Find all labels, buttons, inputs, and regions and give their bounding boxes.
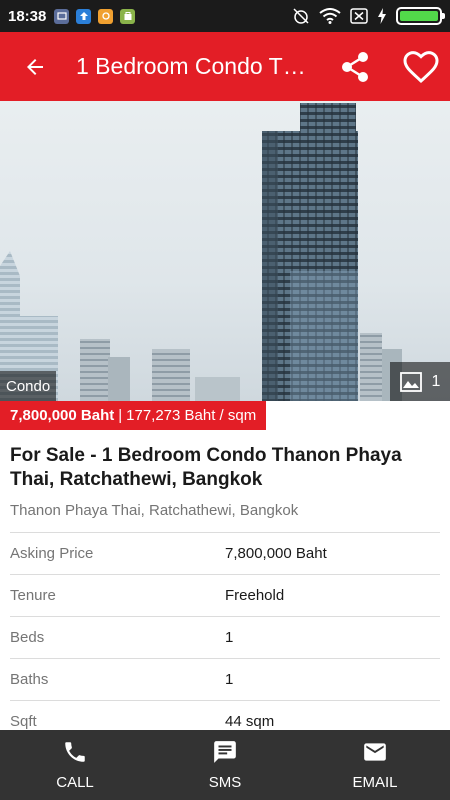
page-title: 1 Bedroom Condo Thanon Phaya Thai xyxy=(76,53,306,79)
share-icon xyxy=(342,51,368,82)
price-main: 7,800,000 Baht xyxy=(10,407,115,424)
favorite-button[interactable] xyxy=(395,32,447,101)
no-sim-icon xyxy=(350,8,368,24)
email-icon xyxy=(364,743,386,761)
app-bar: 1 Bedroom Condo Thanon Phaya Thai xyxy=(0,32,450,101)
detail-row-tenure: Tenure Freehold xyxy=(10,574,440,616)
message-icon xyxy=(214,741,236,763)
price-strip: 7,800,000 Baht | 177,273 Baht / sqm xyxy=(0,401,267,430)
property-photo[interactable] xyxy=(0,101,450,401)
battery-level xyxy=(400,11,438,21)
property-type-badge: Condo xyxy=(0,371,57,401)
status-time: 18:38 xyxy=(8,7,47,25)
detail-label: Asking Price xyxy=(10,545,94,562)
email-label: EMAIL xyxy=(352,774,398,791)
contact-action-bar: CALL SMS EMAIL xyxy=(0,730,450,800)
photo-count-button[interactable]: 1 xyxy=(390,362,450,401)
store-notification-icon xyxy=(120,8,136,24)
details-table: Asking Price 7,800,000 Baht Tenure Freeh… xyxy=(10,532,440,742)
alarm-off-icon xyxy=(292,7,310,25)
detail-label: Beds xyxy=(10,629,45,646)
detail-value: 1 xyxy=(225,629,234,646)
status-bar: 18:38 xyxy=(0,0,450,32)
detail-value: 1 xyxy=(225,671,234,688)
email-button[interactable]: EMAIL xyxy=(300,730,450,800)
photo-count: 1 xyxy=(431,372,441,390)
detail-label: Baths xyxy=(10,671,49,688)
price-per-area: 177,273 Baht / sqm xyxy=(126,407,257,424)
back-button[interactable] xyxy=(0,32,70,101)
call-label: CALL xyxy=(56,774,94,791)
detail-row-asking-price: Asking Price 7,800,000 Baht xyxy=(10,532,440,574)
sms-label: SMS xyxy=(208,774,242,791)
listing-title: For Sale - 1 Bedroom Condo Thanon Phaya … xyxy=(10,445,402,490)
listing-address: Thanon Phaya Thai, Ratchathewi, Bangkok xyxy=(10,502,299,519)
detail-value: 7,800,000 Baht xyxy=(225,545,327,562)
detail-row-baths: Baths 1 xyxy=(10,658,440,700)
share-button[interactable] xyxy=(330,32,380,101)
price-separator: | xyxy=(118,407,123,424)
arrow-back-icon xyxy=(27,58,43,75)
heart-outline-icon xyxy=(403,50,439,83)
app-notification-icon xyxy=(98,8,114,24)
detail-label: Sqft xyxy=(10,713,37,730)
property-photo-image xyxy=(0,101,450,401)
detail-label: Tenure xyxy=(10,587,56,604)
detail-row-beds: Beds 1 xyxy=(10,616,440,658)
detail-value: Freehold xyxy=(225,587,285,604)
battery-icon xyxy=(396,7,445,25)
charging-icon xyxy=(377,8,387,24)
call-button[interactable]: CALL xyxy=(0,730,150,800)
detail-value: 44 sqm xyxy=(225,713,275,730)
sms-button[interactable]: SMS xyxy=(150,730,300,800)
wifi-icon xyxy=(319,8,341,24)
photos-notification-icon xyxy=(54,8,70,24)
image-icon xyxy=(399,371,422,392)
phone-icon xyxy=(65,742,85,762)
upload-notification-icon xyxy=(76,8,92,24)
